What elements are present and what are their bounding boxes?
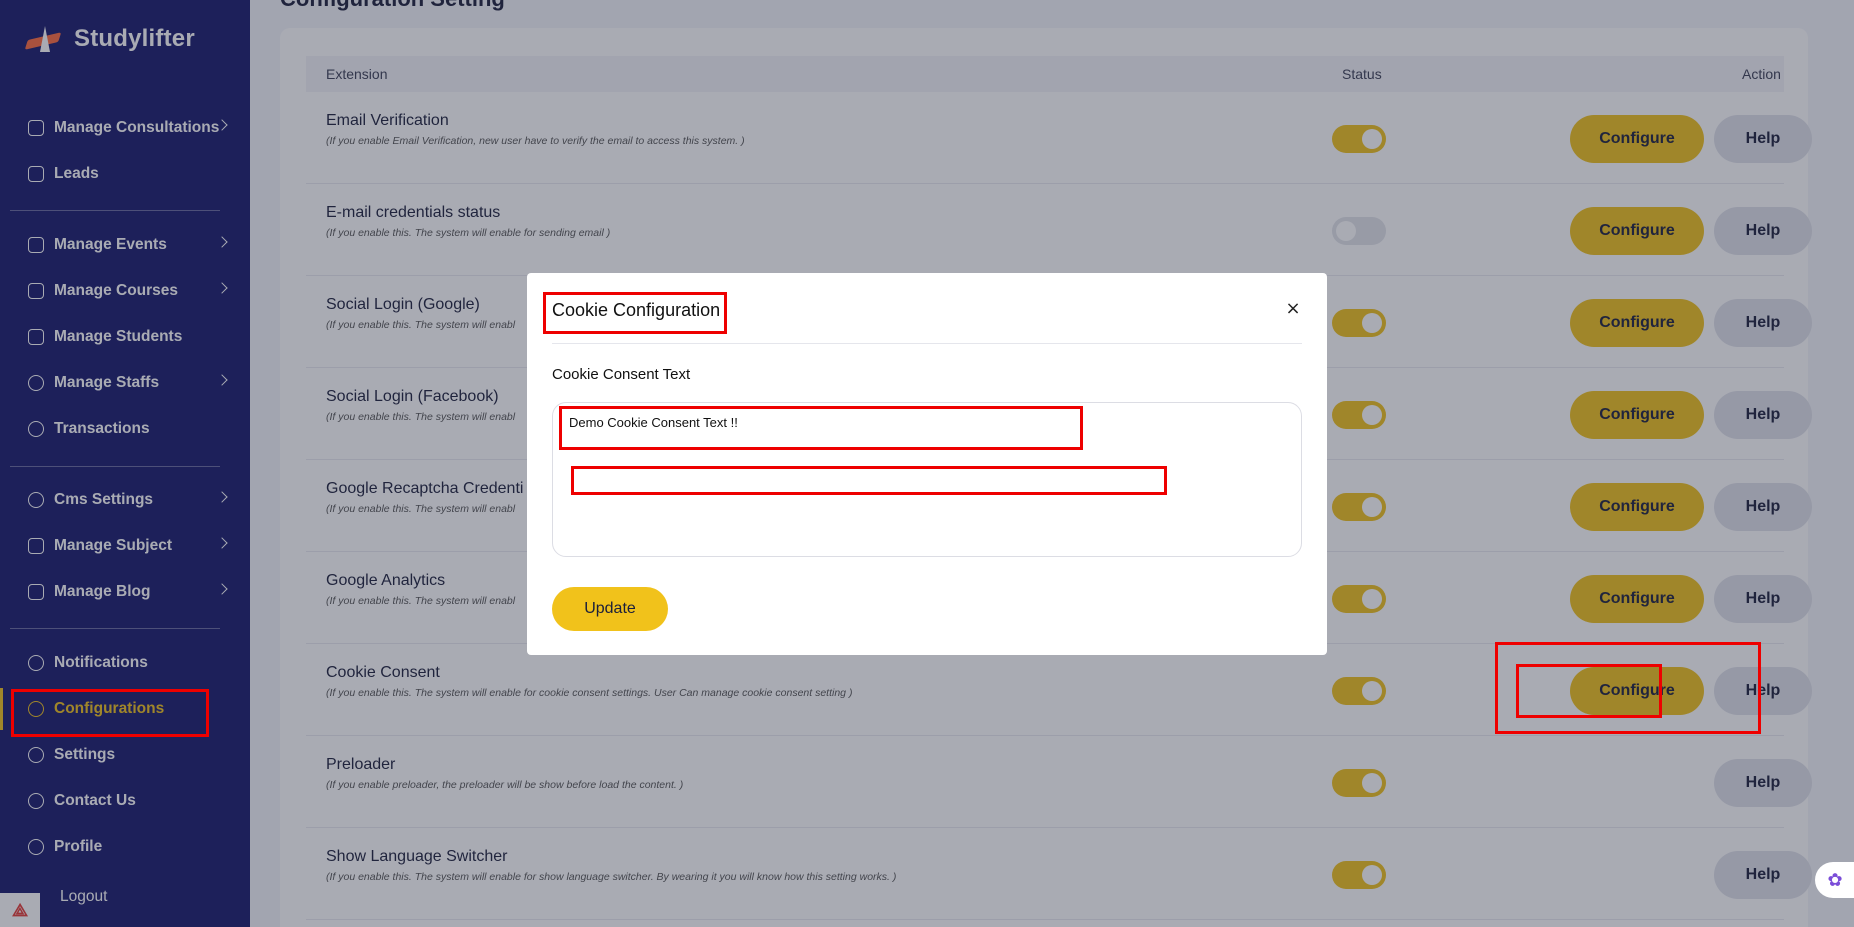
update-button[interactable]: Update [552, 587, 668, 631]
modal-title: Cookie Configuration [552, 300, 721, 320]
cookie-configuration-modal: Cookie Configuration × Cookie Consent Te… [527, 273, 1327, 655]
cookie-consent-text-label: Cookie Consent Text [552, 366, 691, 383]
brain-icon[interactable]: ✿ [1815, 862, 1854, 898]
modal-divider [552, 343, 1302, 344]
cookie-consent-text-field[interactable]: Demo Cookie Consent Text !! [552, 402, 1302, 557]
highlight-box [11, 689, 209, 737]
close-icon[interactable]: × [1281, 297, 1305, 321]
